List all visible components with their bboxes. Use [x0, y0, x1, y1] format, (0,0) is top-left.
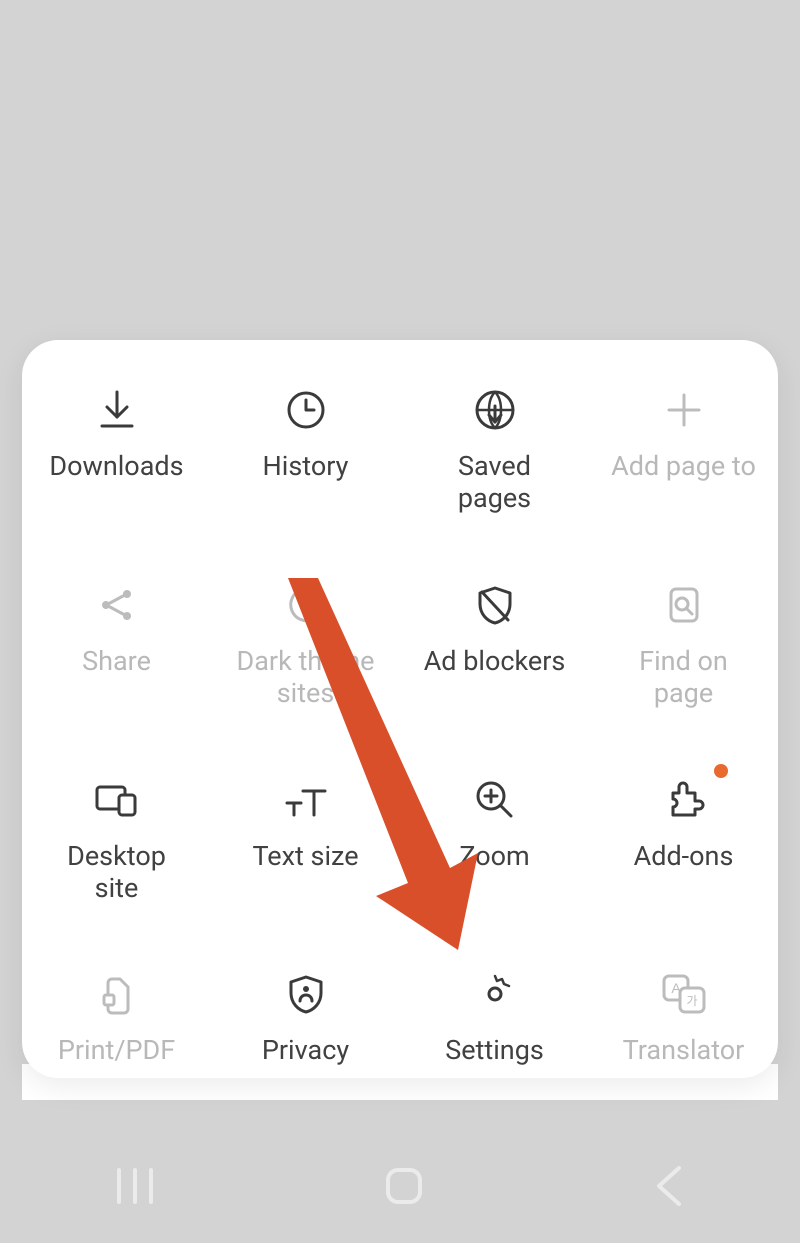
menu-label: Privacy: [262, 1034, 349, 1066]
settings-icon: [465, 964, 525, 1024]
menu-item-zoom[interactable]: Zoom: [400, 770, 589, 905]
menu-label: Saved pages: [458, 450, 531, 515]
shield-blocked-icon: [465, 575, 525, 635]
menu-label: Ad blockers: [424, 645, 566, 677]
menu-item-add-page-to: Add page to: [589, 380, 778, 515]
menu-item-dark-theme-sites: Dark theme sites: [211, 575, 400, 710]
menu-item-desktop-site[interactable]: Desktop site: [22, 770, 211, 905]
history-icon: [276, 380, 336, 440]
menu-item-privacy[interactable]: Privacy: [211, 964, 400, 1066]
menu-label: Translator: [623, 1034, 745, 1066]
saved-pages-icon: [465, 380, 525, 440]
menu-item-add-ons[interactable]: Add-ons: [589, 770, 778, 905]
menu-label: Share: [82, 645, 151, 677]
menu-item-text-size[interactable]: Text size: [211, 770, 400, 905]
find-on-page-icon: [654, 575, 714, 635]
print-pdf-icon: [87, 964, 147, 1024]
menu-label: Zoom: [459, 840, 529, 872]
menu-label: History: [263, 450, 349, 482]
menu-grid: Downloads History Saved pages: [22, 380, 778, 1067]
text-size-icon: [276, 770, 336, 830]
menu-item-ad-blockers[interactable]: Ad blockers: [400, 575, 589, 710]
system-nav-bar: [0, 1133, 800, 1243]
menu-item-translator: A 가 Translator: [589, 964, 778, 1066]
plus-icon: [654, 380, 714, 440]
menu-label: Find on page: [639, 645, 728, 710]
menu-item-share: Share: [22, 575, 211, 710]
menu-item-find-on-page: Find on page: [589, 575, 778, 710]
nav-recents-button[interactable]: [111, 1166, 159, 1210]
menu-label: Text size: [252, 840, 358, 872]
svg-text:가: 가: [686, 994, 697, 1008]
menu-label: Add page to: [611, 450, 756, 482]
translator-icon: A 가: [654, 964, 714, 1024]
menu-label: Print/PDF: [58, 1034, 175, 1066]
moon-icon: [276, 575, 336, 635]
menu-label: Downloads: [49, 450, 183, 482]
menu-label: Desktop site: [67, 840, 166, 905]
addons-icon: [654, 770, 714, 830]
browser-menu-panel: Downloads History Saved pages: [22, 340, 778, 1078]
menu-item-saved-pages[interactable]: Saved pages: [400, 380, 589, 515]
menu-item-settings[interactable]: Settings: [400, 964, 589, 1066]
share-icon: [87, 575, 147, 635]
menu-label: Settings: [445, 1034, 544, 1066]
menu-label: Add-ons: [634, 840, 734, 872]
zoom-icon: [465, 770, 525, 830]
nav-home-button[interactable]: [380, 1162, 428, 1214]
nav-back-button[interactable]: [649, 1162, 689, 1214]
notification-dot-icon: [714, 764, 728, 778]
menu-item-downloads[interactable]: Downloads: [22, 380, 211, 515]
menu-item-print-pdf: Print/PDF: [22, 964, 211, 1066]
privacy-icon: [276, 964, 336, 1024]
download-icon: [87, 380, 147, 440]
desktop-icon: [87, 770, 147, 830]
menu-item-history[interactable]: History: [211, 380, 400, 515]
menu-label: Dark theme sites: [237, 645, 375, 710]
